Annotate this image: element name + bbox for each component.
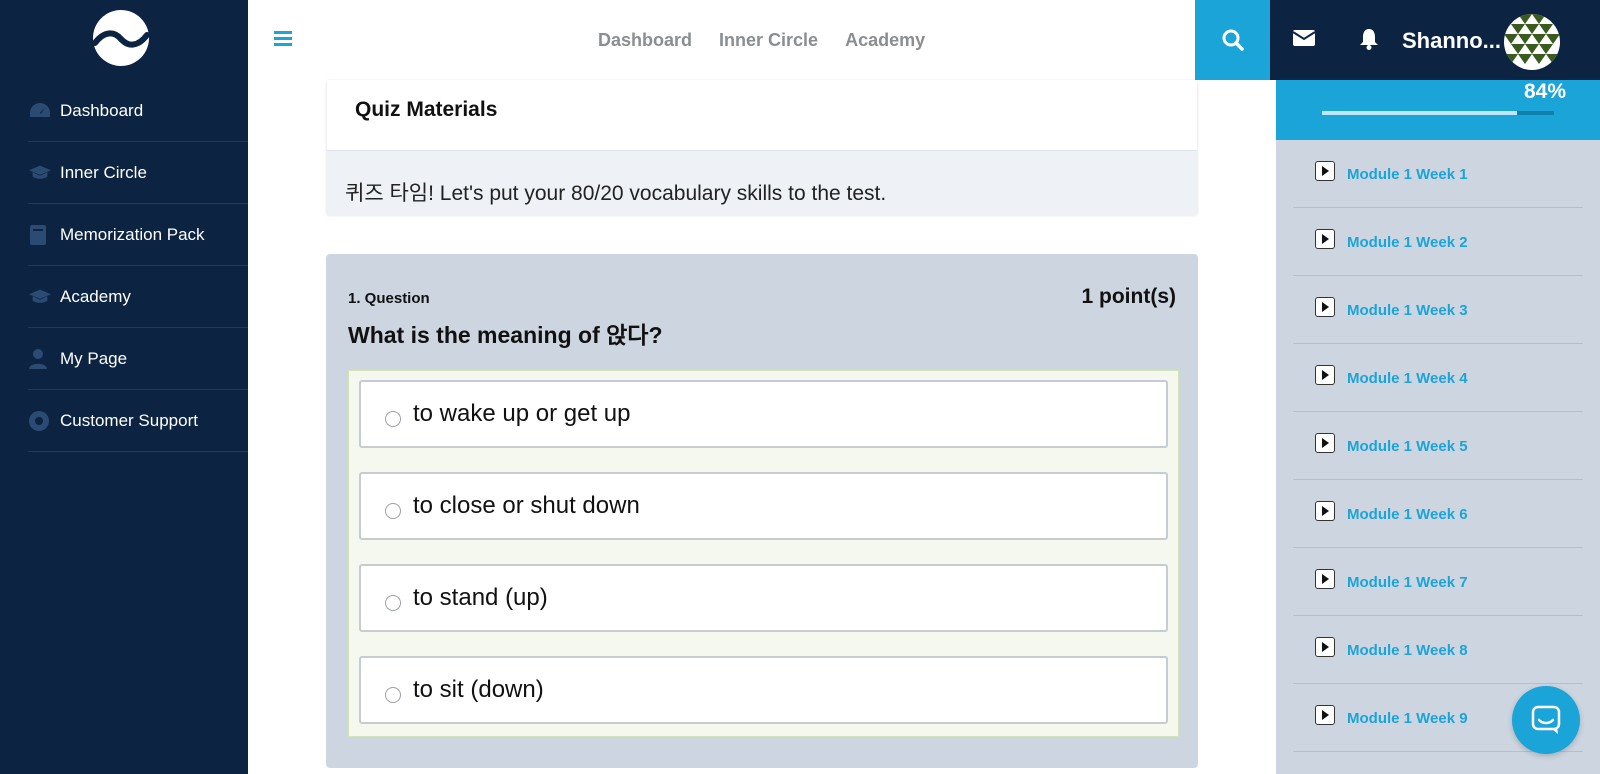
progress-bar — [1322, 111, 1554, 115]
top-nav: Dashboard Inner Circle Academy — [598, 0, 952, 80]
topnav-academy[interactable]: Academy — [845, 30, 925, 51]
radio-button[interactable] — [385, 503, 401, 519]
answer-text: to wake up or get up — [413, 400, 631, 427]
top-right-bar: Shanno... — [1195, 0, 1600, 80]
sidebar-item-label: Inner Circle — [60, 162, 147, 182]
play-icon — [1315, 433, 1335, 453]
user-icon — [28, 347, 52, 371]
module-item[interactable]: Module 1 Week 2 — [1293, 208, 1583, 276]
search-button[interactable] — [1195, 0, 1270, 80]
progress-header: 84% — [1276, 80, 1600, 140]
sidebar-item-label: Customer Support — [60, 410, 198, 430]
quiz-card: Quiz Materials 퀴즈 타임! Let's put your 80/… — [327, 80, 1197, 215]
quiz-intro: 퀴즈 타임! Let's put your 80/20 vocabulary s… — [327, 150, 1197, 215]
radio-button[interactable] — [385, 595, 401, 611]
progress-percent: 84% — [1523, 80, 1566, 103]
sidebar-item-label: Memorization Pack — [60, 224, 205, 244]
dashboard-gauge-icon — [28, 99, 52, 123]
question-box: 1. Question 1 point(s) What is the meani… — [326, 254, 1198, 768]
life-ring-icon — [28, 409, 52, 433]
graduation-cap-icon — [28, 161, 52, 185]
sidebar-item-dashboard[interactable]: Dashboard — [28, 80, 248, 142]
chat-messenger-button[interactable] — [1512, 686, 1580, 754]
module-item[interactable]: Module 1 Week 1 — [1293, 140, 1583, 208]
play-icon — [1315, 705, 1335, 725]
answer-list: to wake up or get up to close or shut do… — [348, 370, 1179, 737]
answer-text: to close or shut down — [413, 492, 640, 519]
top-bar: Dashboard Inner Circle Academy — [248, 0, 1195, 81]
book-icon — [28, 223, 52, 247]
module-label[interactable]: Module 1 Week 9 — [1347, 710, 1468, 727]
play-icon — [1315, 161, 1335, 181]
topnav-dashboard[interactable]: Dashboard — [598, 30, 692, 51]
chat-messenger-icon — [1531, 705, 1561, 734]
answer-option[interactable]: to stand (up) — [359, 564, 1168, 632]
module-item[interactable]: Module 1 Week 3 — [1293, 276, 1583, 344]
play-icon — [1315, 365, 1335, 385]
play-icon — [1315, 297, 1335, 317]
answer-text: to sit (down) — [413, 676, 544, 703]
avatar[interactable] — [1504, 14, 1560, 70]
play-icon — [1315, 569, 1335, 589]
sidebar-item-label: My Page — [60, 348, 128, 368]
answer-option[interactable]: to close or shut down — [359, 472, 1168, 540]
module-label[interactable]: Module 1 Week 2 — [1347, 234, 1468, 251]
graduation-cap-icon — [28, 285, 52, 309]
bell-icon[interactable] — [1358, 27, 1380, 56]
module-label[interactable]: Module 1 Week 5 — [1347, 438, 1468, 455]
module-label[interactable]: Module 1 Week 4 — [1347, 370, 1468, 387]
quiz-intro-text: 퀴즈 타임! Let's put your 80/20 vocabulary s… — [345, 182, 887, 205]
module-item[interactable]: Module 1 Week 5 — [1293, 412, 1583, 480]
progress-bar-fill — [1322, 111, 1517, 115]
hamburger-icon[interactable] — [272, 28, 296, 52]
quiz-title: Quiz Materials — [355, 98, 498, 121]
search-icon — [1222, 29, 1244, 51]
radio-button[interactable] — [385, 411, 401, 427]
answer-option[interactable]: to sit (down) — [359, 656, 1168, 724]
question-points: 1 point(s) — [1081, 285, 1177, 308]
module-item[interactable]: Module 1 Week 6 — [1293, 480, 1583, 548]
play-icon — [1315, 501, 1335, 521]
sidebar-item-my-page[interactable]: My Page — [28, 328, 248, 390]
module-label[interactable]: Module 1 Week 1 — [1347, 166, 1468, 183]
envelope-icon[interactable] — [1292, 28, 1316, 53]
wave-logo-icon[interactable] — [92, 9, 150, 67]
module-label[interactable]: Module 1 Week 6 — [1347, 506, 1468, 523]
question-number: 1. Question — [348, 290, 430, 307]
username[interactable]: Shanno... — [1402, 28, 1501, 54]
play-icon — [1315, 229, 1335, 249]
module-label[interactable]: Module 1 Week 8 — [1347, 642, 1468, 659]
question-text: What is the meaning of 앉다? — [348, 322, 663, 348]
radio-button[interactable] — [385, 687, 401, 703]
answer-option[interactable]: to wake up or get up — [359, 380, 1168, 448]
module-item[interactable]: Module 1 Week 4 — [1293, 344, 1583, 412]
answer-text: to stand (up) — [413, 584, 548, 611]
module-item[interactable]: Module 1 Week 8 — [1293, 616, 1583, 684]
module-label[interactable]: Module 1 Week 7 — [1347, 574, 1468, 591]
sidebar-item-customer-support[interactable]: Customer Support — [28, 390, 248, 452]
sidebar-item-inner-circle[interactable]: Inner Circle — [28, 142, 248, 204]
sidebar-item-memorization-pack[interactable]: Memorization Pack — [28, 204, 248, 266]
module-item[interactable]: Module 1 Week 7 — [1293, 548, 1583, 616]
sidebar-item-academy[interactable]: Academy — [28, 266, 248, 328]
main-content: Quiz Materials 퀴즈 타임! Let's put your 80/… — [248, 80, 1276, 774]
topnav-inner-circle[interactable]: Inner Circle — [719, 30, 818, 51]
sidebar: Dashboard Inner Circle Memorization Pack… — [0, 0, 248, 774]
module-label[interactable]: Module 1 Week 3 — [1347, 302, 1468, 319]
sidebar-item-label: Dashboard — [60, 100, 144, 120]
sidebar-item-label: Academy — [60, 286, 131, 306]
play-icon — [1315, 637, 1335, 657]
module-panel: 84% Module 1 Week 1 Module 1 Week 2 Modu… — [1276, 80, 1600, 774]
